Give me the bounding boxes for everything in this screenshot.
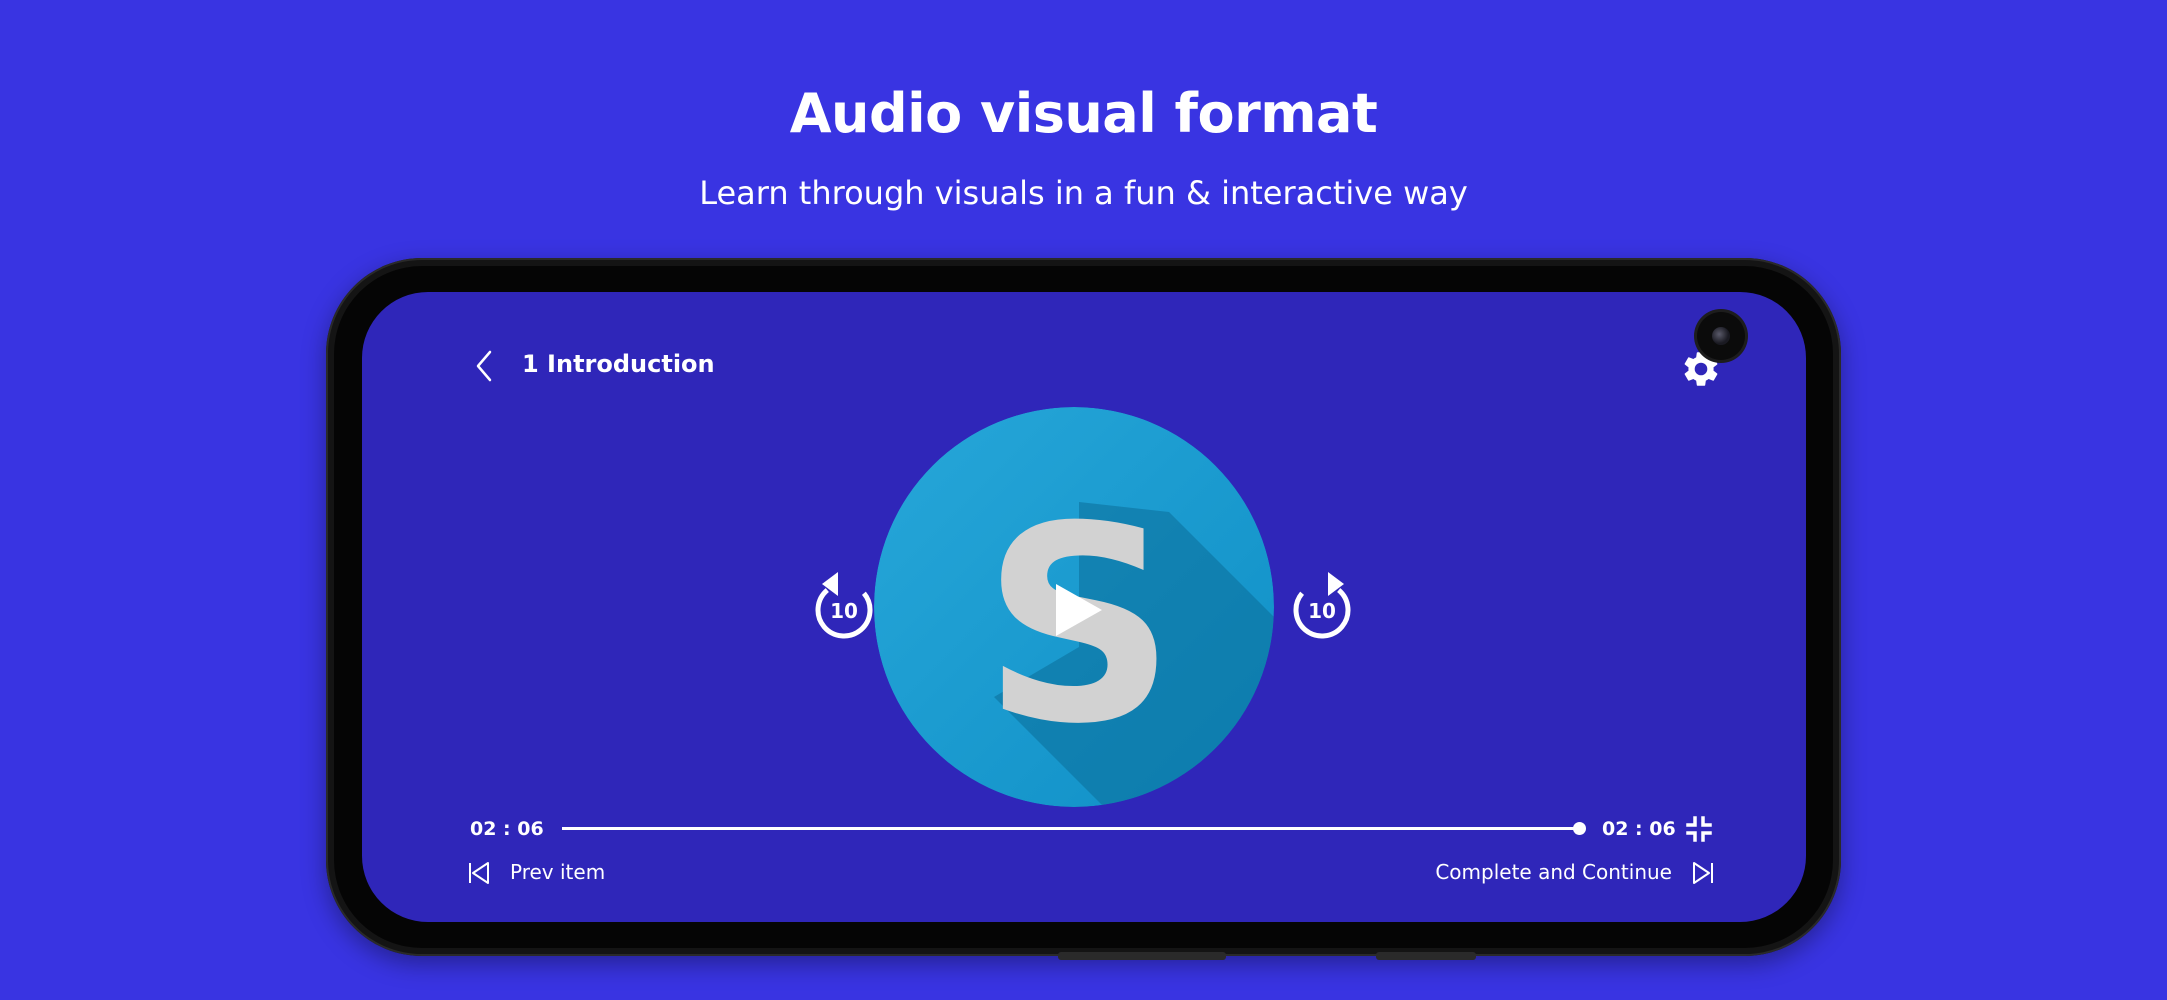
skip-previous-icon[interactable] — [466, 860, 492, 886]
current-time: 02 : 06 — [470, 818, 544, 840]
exit-fullscreen-icon[interactable] — [1684, 814, 1714, 844]
phone-side-button — [1376, 952, 1476, 960]
prev-item-button[interactable]: Prev item — [510, 860, 605, 884]
rewind-seconds: 10 — [830, 599, 858, 623]
play-icon[interactable] — [1052, 580, 1106, 640]
replay-10-icon[interactable]: 10 — [808, 564, 880, 644]
total-time: 02 : 06 — [1602, 818, 1676, 840]
front-camera — [1697, 312, 1745, 360]
page-headline: Audio visual format — [789, 82, 1378, 145]
chevron-left-icon[interactable] — [470, 348, 500, 384]
complete-and-continue-button[interactable]: Complete and Continue — [1432, 860, 1672, 884]
skip-next-icon[interactable] — [1690, 860, 1716, 886]
forward-10-icon[interactable]: 10 — [1286, 564, 1358, 644]
page-subtitle: Learn through visuals in a fun & interac… — [699, 174, 1468, 212]
progress-bar[interactable] — [562, 827, 1580, 830]
video-player-screen: 1 Introduction S 10 10 02 : 06 02 : 06 P… — [362, 292, 1806, 922]
progress-knob[interactable] — [1573, 822, 1586, 835]
phone-side-button — [1058, 952, 1226, 960]
lesson-title: 1 Introduction — [522, 350, 715, 378]
forward-seconds: 10 — [1308, 599, 1336, 623]
